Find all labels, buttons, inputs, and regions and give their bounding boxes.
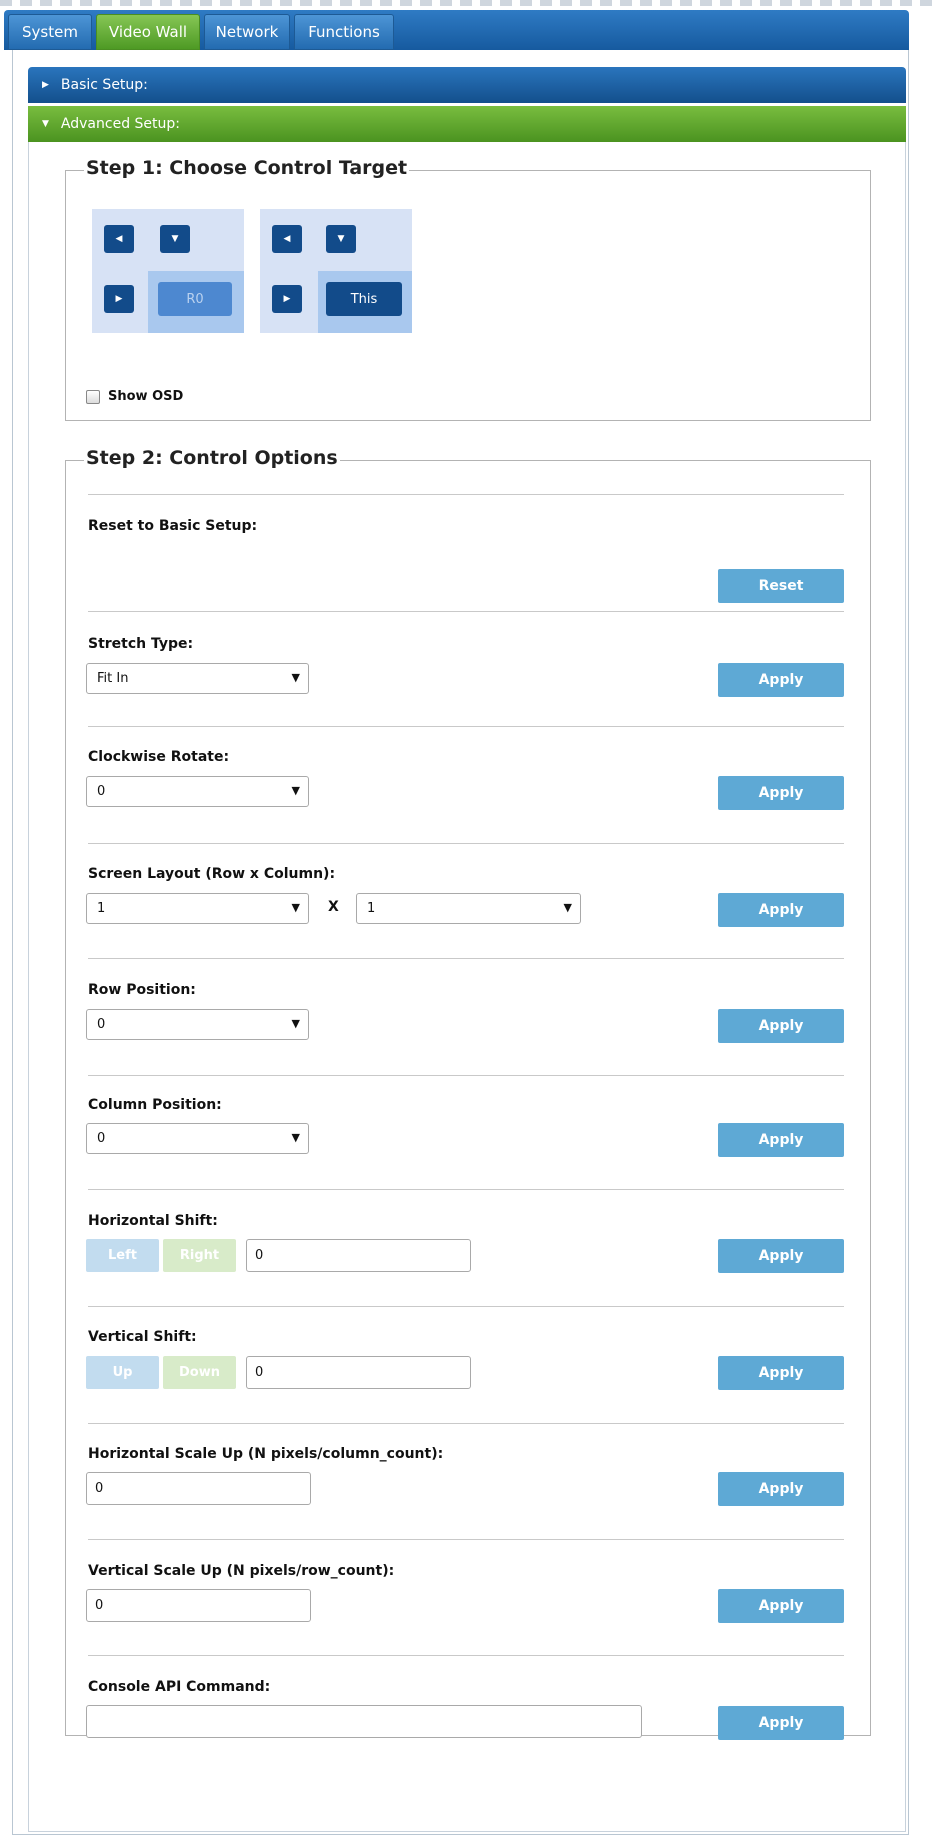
stretch-type-label: Stretch Type: xyxy=(88,636,194,652)
vertical-shift-input[interactable]: 0 xyxy=(246,1356,471,1389)
layout-multiply-sign: X xyxy=(328,899,339,915)
stretch-type-apply-button[interactable]: Apply xyxy=(718,663,844,697)
row-position-select[interactable]: 0 ▼ xyxy=(86,1009,309,1040)
chevron-down-icon: ▼ xyxy=(291,1131,300,1144)
horizontal-scale-input[interactable]: 0 xyxy=(86,1472,311,1505)
clockwise-rotate-value: 0 xyxy=(97,784,106,799)
screen-layout-rows-value: 1 xyxy=(97,901,106,916)
row-separator xyxy=(88,1655,844,1656)
main-tab-bar: System Video Wall Network Functions xyxy=(4,10,909,50)
show-osd-label: Show OSD xyxy=(108,389,184,404)
chevron-down-icon: ▼ xyxy=(291,671,300,684)
screen-layout-label: Screen Layout (Row x Column): xyxy=(88,866,336,882)
clockwise-rotate-label: Clockwise Rotate: xyxy=(88,749,230,765)
shift-right-button[interactable]: Right xyxy=(163,1239,236,1272)
target-panel-r0: ◀ ▼ ▶ R0 xyxy=(92,209,244,333)
screen-layout-apply-button[interactable]: Apply xyxy=(718,893,844,927)
reset-button[interactable]: Reset xyxy=(718,569,844,603)
shift-down-button[interactable]: Down xyxy=(163,1356,236,1389)
clockwise-rotate-apply-button[interactable]: Apply xyxy=(718,776,844,810)
screen-layout-rows-select[interactable]: 1 ▼ xyxy=(86,893,309,924)
basic-setup-label: Basic Setup: xyxy=(60,77,148,93)
horizontal-shift-input[interactable]: 0 xyxy=(246,1239,471,1272)
basic-setup-header[interactable]: ▶ Basic Setup: xyxy=(28,67,906,103)
console-api-apply-button[interactable]: Apply xyxy=(718,1706,844,1740)
row-separator xyxy=(88,1075,844,1076)
advanced-setup-header[interactable]: ▼ Advanced Setup: xyxy=(28,106,906,142)
step1-title: Step 1: Choose Control Target xyxy=(84,157,410,179)
stretch-type-value: Fit In xyxy=(97,671,129,686)
vertical-shift-apply-button[interactable]: Apply xyxy=(718,1356,844,1390)
column-position-value: 0 xyxy=(97,1131,106,1146)
horizontal-scale-label: Horizontal Scale Up (N pixels/column_cou… xyxy=(88,1446,444,1462)
tab-system[interactable]: System xyxy=(8,14,92,50)
advanced-setup-label: Advanced Setup: xyxy=(60,116,180,132)
step2-title: Step 2: Control Options xyxy=(84,447,340,469)
row-position-value: 0 xyxy=(97,1017,106,1032)
column-position-apply-button[interactable]: Apply xyxy=(718,1123,844,1157)
left-arrow-icon[interactable]: ◀ xyxy=(272,225,302,253)
column-position-label: Column Position: xyxy=(88,1097,222,1113)
row-position-label: Row Position: xyxy=(88,982,196,998)
chevron-down-icon: ▼ xyxy=(291,1017,300,1030)
shift-up-button[interactable]: Up xyxy=(86,1356,159,1389)
expanded-arrow-icon: ▼ xyxy=(42,119,49,129)
horizontal-shift-apply-button[interactable]: Apply xyxy=(718,1239,844,1273)
row-separator xyxy=(88,843,844,844)
down-arrow-icon[interactable]: ▼ xyxy=(326,225,356,253)
vertical-scale-label: Vertical Scale Up (N pixels/row_count): xyxy=(88,1563,395,1579)
row-separator xyxy=(88,611,844,612)
target-r0-button[interactable]: R0 xyxy=(158,282,232,316)
console-api-input[interactable] xyxy=(86,1705,642,1738)
row-separator xyxy=(88,726,844,727)
clockwise-rotate-select[interactable]: 0 ▼ xyxy=(86,776,309,807)
target-this-button[interactable]: This xyxy=(326,282,402,316)
column-position-select[interactable]: 0 ▼ xyxy=(86,1123,309,1154)
row-separator xyxy=(88,1306,844,1307)
show-osd-checkbox[interactable] xyxy=(86,390,100,404)
tab-video-wall[interactable]: Video Wall xyxy=(96,14,200,50)
right-arrow-icon[interactable]: ▶ xyxy=(104,285,134,313)
tab-network[interactable]: Network xyxy=(204,14,290,50)
horizontal-shift-label: Horizontal Shift: xyxy=(88,1213,218,1229)
chevron-down-icon: ▼ xyxy=(291,784,300,797)
console-api-label: Console API Command: xyxy=(88,1679,271,1695)
left-arrow-icon[interactable]: ◀ xyxy=(104,225,134,253)
right-arrow-icon[interactable]: ▶ xyxy=(272,285,302,313)
stretch-type-select[interactable]: Fit In ▼ xyxy=(86,663,309,694)
row-position-apply-button[interactable]: Apply xyxy=(718,1009,844,1043)
tab-functions[interactable]: Functions xyxy=(294,14,394,50)
row-separator xyxy=(88,1423,844,1424)
step1-fieldset: Step 1: Choose Control Target ◀ ▼ ▶ R0 ◀… xyxy=(65,157,871,421)
row-separator xyxy=(88,494,844,495)
target-panel-this: ◀ ▼ ▶ This xyxy=(260,209,412,333)
reset-label: Reset to Basic Setup: xyxy=(88,518,258,534)
row-separator xyxy=(88,1189,844,1190)
top-dashed-border xyxy=(0,0,933,6)
vertical-scale-input[interactable]: 0 xyxy=(86,1589,311,1622)
horizontal-scale-apply-button[interactable]: Apply xyxy=(718,1472,844,1506)
row-separator xyxy=(88,1539,844,1540)
vertical-scale-apply-button[interactable]: Apply xyxy=(718,1589,844,1623)
chevron-down-icon: ▼ xyxy=(563,901,572,914)
row-separator xyxy=(88,958,844,959)
chevron-down-icon: ▼ xyxy=(291,901,300,914)
vertical-shift-label: Vertical Shift: xyxy=(88,1329,197,1345)
screen-layout-columns-select[interactable]: 1 ▼ xyxy=(356,893,581,924)
screen-layout-columns-value: 1 xyxy=(367,901,376,916)
shift-left-button[interactable]: Left xyxy=(86,1239,159,1272)
down-arrow-icon[interactable]: ▼ xyxy=(160,225,190,253)
collapsed-arrow-icon: ▶ xyxy=(42,80,49,90)
